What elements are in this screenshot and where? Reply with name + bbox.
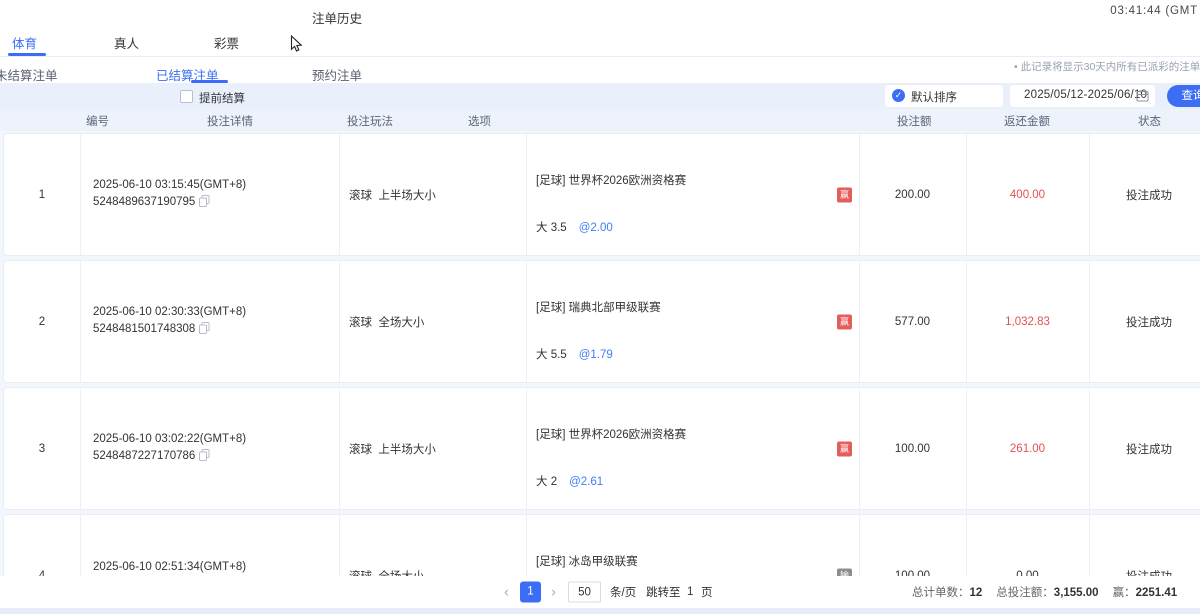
page-size-unit: 条/页	[610, 584, 636, 600]
play-type: 滚球 全场大小	[349, 314, 424, 330]
bet-time: 2025-06-10 02:51:34(GMT+8)	[93, 559, 246, 576]
note-text: 此记录将显示30天内所有已派彩的注单	[1021, 61, 1200, 73]
sort-label: 默认排序	[911, 89, 957, 105]
footer-bar: ‹ 1 › 条/页 跳转至 1 页 总计单数：12 总投注额：3,155.00 赢：…	[0, 576, 1200, 608]
tab-sports[interactable]: 体育	[12, 33, 37, 52]
bet-status: 投注成功	[1089, 314, 1200, 330]
total-count-value: 12	[970, 587, 983, 599]
win-badge: 赢	[837, 441, 852, 456]
odds: @1.79	[579, 349, 613, 361]
date-range-value: 2025/05/12-2025/06/10	[1024, 89, 1147, 101]
win-badge: 赢	[837, 187, 852, 202]
calendar-icon	[1136, 89, 1149, 105]
row-number: 2	[4, 316, 80, 328]
total-stake-label: 总投注额：	[996, 587, 1054, 599]
order-id: 5248487227170786	[93, 450, 195, 462]
tab-lottery[interactable]: 彩票	[214, 33, 239, 52]
col-header-status: 状态	[1138, 113, 1161, 129]
bet-time: 2025-06-10 02:30:33(GMT+8)	[93, 304, 246, 321]
pick: 大 5.5	[536, 349, 567, 361]
row-number: 1	[4, 189, 80, 201]
copy-icon[interactable]	[199, 195, 210, 213]
return-amount: 1,032.83	[966, 316, 1089, 328]
tabs-divider	[0, 56, 1200, 57]
league-name: [足球] 瑞典北部甲级联赛	[536, 301, 673, 317]
page-bottom-strip	[0, 608, 1200, 614]
total-stake-value: 3,155.00	[1054, 587, 1099, 599]
search-button[interactable]: 查询	[1167, 85, 1200, 107]
jump-page-value: 1	[687, 586, 693, 598]
bet-amount: 577.00	[859, 316, 966, 328]
check-circle-icon: ✓	[892, 89, 905, 102]
col-header-amount: 投注额	[897, 113, 932, 129]
page-size-input[interactable]	[568, 582, 601, 603]
bet-detail: 2025-06-10 02:30:33(GMT+8) 5248481501748…	[93, 304, 246, 340]
league-name: [足球] 冰岛甲级联赛	[536, 555, 655, 571]
totals-summary: 总计单数：12 总投注额：3,155.00 赢：2251.41	[912, 584, 1177, 600]
row-number: 3	[4, 443, 80, 455]
bet-history-page: 注单历史 03:41:44 (GMT 体育 真人 彩票 未结算注单 已结算注单 …	[0, 0, 1200, 614]
bet-time: 2025-06-10 03:15:45(GMT+8)	[93, 177, 246, 194]
total-win-label: 赢：	[1113, 587, 1136, 599]
table-header: 编号 投注详情 投注玩法 选项 投注额 返还金额 状态	[0, 109, 1200, 131]
order-id: 5248481501748308	[93, 323, 195, 335]
early-settle-label: 提前结算	[199, 90, 245, 106]
bet-detail: 2025-06-10 03:15:45(GMT+8) 5248489637190…	[93, 177, 246, 213]
tab-live[interactable]: 真人	[114, 33, 139, 52]
next-page-button[interactable]: ›	[551, 584, 556, 601]
odds: @2.00	[579, 222, 613, 234]
league-name: [足球] 世界杯2026欧洲资格赛	[536, 174, 686, 190]
date-range-picker[interactable]: 2025/05/12-2025/06/10	[1010, 85, 1155, 107]
page-title: 注单历史	[312, 8, 362, 27]
page-1-button[interactable]: 1	[520, 582, 541, 603]
league-name: [足球] 世界杯2026欧洲资格赛	[536, 428, 686, 444]
copy-icon[interactable]	[199, 449, 210, 467]
table-row: 3 2025-06-10 03:02:22(GMT+8) 52484872271…	[3, 387, 1200, 510]
total-win-value: 2251.41	[1136, 587, 1178, 599]
mouse-cursor-icon	[290, 35, 303, 56]
play-type: 滚球 上半场大小	[349, 187, 436, 203]
bet-time: 2025-06-10 03:02:22(GMT+8)	[93, 431, 246, 448]
early-settle-checkbox[interactable]	[180, 90, 193, 103]
return-amount: 261.00	[966, 443, 1089, 455]
col-header-play: 投注玩法	[347, 113, 393, 129]
subtab-unsettled[interactable]: 未结算注单	[0, 65, 58, 84]
col-header-no: 编号	[86, 113, 109, 129]
jump-unit: 页	[701, 584, 713, 600]
sort-dropdown[interactable]: ✓ 默认排序	[885, 85, 1003, 107]
record-note: • 此记录将显示30天内所有已派彩的注单	[1014, 59, 1200, 74]
col-header-detail: 投注详情	[207, 113, 253, 129]
order-id: 5248489637190795	[93, 196, 195, 208]
bet-amount: 100.00	[859, 443, 966, 455]
prev-page-button[interactable]: ‹	[504, 584, 509, 601]
table-row: 2 2025-06-10 02:30:33(GMT+8) 52484815017…	[3, 260, 1200, 383]
copy-icon[interactable]	[199, 322, 210, 340]
subtab-reserved[interactable]: 预约注单	[312, 65, 362, 84]
table-row: 1 2025-06-10 03:15:45(GMT+8) 52484896371…	[3, 133, 1200, 256]
bet-detail: 2025-06-10 03:02:22(GMT+8) 5248487227170…	[93, 431, 246, 467]
win-badge: 赢	[837, 314, 852, 329]
bet-amount: 200.00	[859, 189, 966, 201]
return-amount: 400.00	[966, 189, 1089, 201]
pick: 大 2	[536, 476, 557, 488]
server-time: 03:41:44 (GMT	[1110, 5, 1198, 17]
jump-label: 跳转至	[646, 584, 681, 600]
col-header-return: 返还金额	[1004, 113, 1050, 129]
odds: @2.61	[569, 476, 603, 488]
bet-status: 投注成功	[1089, 441, 1200, 457]
bet-status: 投注成功	[1089, 187, 1200, 203]
play-type: 滚球 上半场大小	[349, 441, 436, 457]
note-bullet: •	[1014, 61, 1018, 73]
col-header-option: 选项	[468, 113, 491, 129]
pick: 大 3.5	[536, 222, 567, 234]
total-count-label: 总计单数：	[912, 587, 970, 599]
